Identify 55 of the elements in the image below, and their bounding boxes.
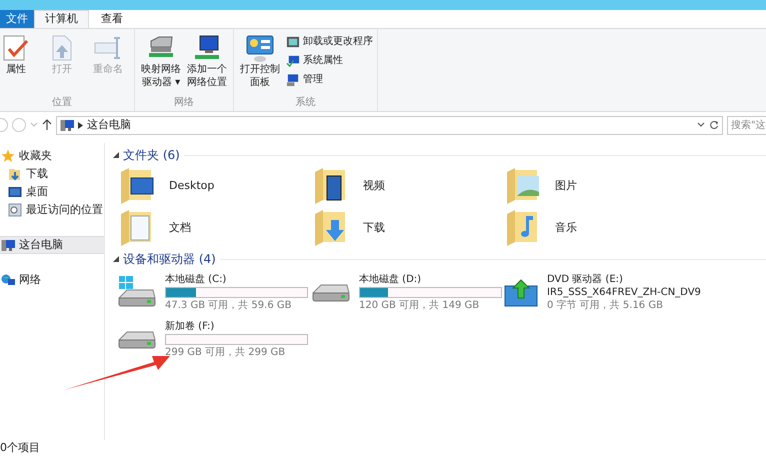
ribbon-button[interactable]: 映射网络驱动器 ▾ [139,33,183,95]
ribbon-tab[interactable]: 计算机 [34,10,89,28]
ribbon-group-label: 网络 [173,96,195,110]
search-field[interactable]: 搜索"这 [727,116,766,134]
monitor-icon [8,185,22,199]
recent-places-icon [8,203,22,217]
ribbon-small-button[interactable]: 系统属性 [286,52,373,69]
ribbon-button[interactable]: 属性 [0,33,38,95]
ribbon-group-label: 系统 [294,96,316,110]
ribbon-tab[interactable]: 查看 [89,10,135,28]
section-header[interactable]: 设备和驱动器 (4) [123,250,216,268]
collapse-icon[interactable] [113,256,119,262]
computer-icon [1,238,15,252]
file-tab[interactable]: 文件 [0,10,34,28]
folder-item[interactable]: 图片 [503,165,766,207]
computer-icon [60,118,74,132]
status-text: 0个项目 [0,440,40,456]
nav-item[interactable]: 这台电脑 [0,236,104,254]
ribbon-small-button[interactable]: 卸载或更改程序 [286,33,373,50]
drive-item[interactable]: 本地磁盘 (C:) 47.3 GB 可用，共 59.6 GB [117,273,311,312]
chevron-right-icon [78,122,83,128]
up-arrow-icon[interactable] [42,119,52,131]
refresh-icon[interactable] [709,120,719,130]
nav-item[interactable]: 桌面 [0,183,104,201]
nav-item[interactable]: 网络 [0,271,104,289]
folder-item[interactable]: 视频 [311,165,503,207]
collapse-icon[interactable] [113,152,119,158]
ribbon-small-button[interactable]: 管理 [286,71,373,88]
nav-item[interactable]: 收藏夹 [0,147,104,165]
ribbon-button[interactable]: 添加一个网络位置 [185,33,229,95]
hard-drive-icon [117,330,157,350]
folder-item[interactable]: 音乐 [503,207,766,249]
drive-item[interactable]: 本地磁盘 (D:) 120 GB 可用，共 149 GB [311,273,503,312]
star-icon [1,149,15,163]
control-panel-icon [245,33,275,63]
folder-arrow-icon [8,167,22,181]
nav-item[interactable]: 下载 [0,165,104,183]
system-drive-icon [117,276,157,310]
section-header[interactable]: 文件夹 (6) [123,146,180,164]
drive-item[interactable]: DVD 驱动器 (E:) IR5_SSS_X64FREV_ZH-CN_DV9 0 字节 可用，共 5.16 GB [503,273,766,312]
address-field[interactable]: 这台电脑 [56,116,723,134]
computer-icon [286,72,300,86]
folder-item[interactable]: Desktop [117,165,311,207]
network-globe-icon [1,273,15,287]
ribbon-group-label: 位置 [51,96,73,110]
disc-drive-icon [503,278,539,308]
computer-check-icon [286,54,300,68]
nav-item[interactable]: 最近访问的位置 [0,201,104,219]
hard-drive-icon [311,282,351,302]
folder-item[interactable]: 文档 [117,207,311,249]
drive-item[interactable]: 新加卷 (F:) 299 GB 可用，共 299 GB [117,320,311,359]
dropdown-icon[interactable] [697,122,705,128]
programs-icon [286,34,300,48]
folder-item[interactable]: 下载 [311,207,503,249]
ribbon-button[interactable]: 打开控制面板 [238,33,282,95]
